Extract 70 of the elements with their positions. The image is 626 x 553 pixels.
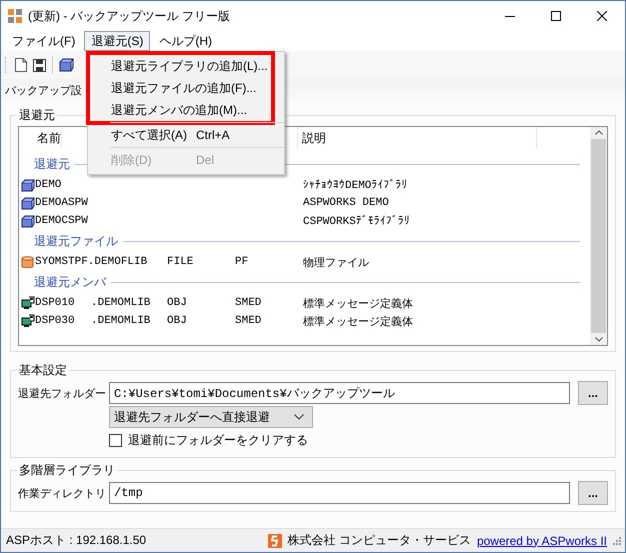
library-name: .DEMOMLIB: [91, 297, 152, 309]
app-icon: [8, 9, 22, 23]
group-title: 基本設定: [18, 362, 68, 379]
resize-grip-icon[interactable]: [613, 536, 621, 544]
item-name: DEMOCSPW: [35, 215, 89, 227]
box-icon: [21, 196, 35, 210]
browse-button[interactable]: ...: [578, 381, 608, 405]
menu-item[interactable]: すべて選択(A): [111, 126, 187, 144]
maximize-icon[interactable]: [551, 11, 561, 21]
box-icon: [21, 178, 35, 192]
description-cell-text: ｼｬﾁｮｳﾖｳDEMOﾗｲﾌﾞﾗﾘ: [303, 178, 408, 192]
company-name: 株式会社 コンピュータ・サービス: [288, 532, 471, 549]
item-name: DEMOASPW: [35, 197, 89, 209]
library-name: .DEMOMLIB: [91, 315, 152, 327]
type-cell-text: OBJ: [167, 297, 188, 309]
checkbox[interactable]: [109, 434, 122, 446]
description-cell-text: ASPWORKS DEMO: [303, 197, 390, 209]
item-name: DEMO: [35, 179, 62, 191]
column-header[interactable]: 説明: [298, 127, 537, 149]
menu-item[interactable]: 退避元ファイルの追加(F)...: [111, 80, 256, 96]
attribute-cell-text: SMED: [235, 315, 262, 327]
menu-item[interactable]: 退避元メンバの追加(M)...: [111, 102, 247, 118]
shortcut-label: Ctrl+A: [196, 128, 230, 142]
computer-icon: [21, 314, 36, 328]
computer-icon: [21, 296, 36, 310]
checkbox-label: 退避前にフォルダーをクリアする: [128, 432, 308, 448]
tab[interactable]: バックアップ設: [5, 82, 82, 98]
menu-item[interactable]: 退避元ライブラリの追加(L)...: [111, 58, 268, 74]
group-title: 退避元: [18, 107, 56, 124]
item-name: DSP010: [35, 297, 76, 309]
description-cell-text: CSPWORKSﾃﾞﾓﾗｲﾌﾞﾗﾘ: [303, 214, 411, 228]
scroll-down-icon[interactable]: [594, 337, 602, 342]
group-header: 退避元ファイル: [34, 233, 118, 250]
type-cell-text: FILE: [167, 256, 194, 268]
directory-field[interactable]: /tmp: [109, 482, 570, 504]
folder-field[interactable]: C:¥Users¥tomi¥Documents¥バックアップツール: [109, 382, 570, 404]
window-title: (更新) - バックアップツール フリー版: [28, 8, 231, 24]
new-document-icon[interactable]: [15, 58, 27, 72]
item-name: DSP030: [35, 315, 76, 327]
host-label: ASPホスト : 192.168.1.50: [6, 532, 148, 549]
group-header: 退避元: [34, 156, 70, 173]
box-icon[interactable]: [59, 58, 74, 72]
group-header: 退避元メンバ: [34, 274, 106, 291]
shortcut-label: Del: [196, 153, 214, 167]
menu-item[interactable]: 退避元(S): [84, 31, 150, 51]
column-header[interactable]: 名前: [28, 130, 62, 146]
box-icon: [21, 214, 35, 228]
scrollbar[interactable]: [590, 127, 607, 345]
company-logo-icon: [268, 534, 282, 548]
scroll-up-icon[interactable]: [594, 130, 602, 135]
description-cell-text: 標準メッセージ定義体: [303, 296, 414, 310]
database-icon: [21, 256, 34, 268]
description-cell-text: 標準メッセージ定義体: [303, 314, 414, 328]
attribute-cell-text: SMED: [235, 297, 262, 309]
type-cell-text: OBJ: [167, 315, 188, 327]
menu-item[interactable]: ファイル(F): [5, 31, 82, 51]
close-icon[interactable]: [597, 11, 607, 21]
field-label: 作業ディレクトリ: [18, 486, 106, 500]
item-name: SYOMSTPF.DEMOFLIB: [35, 256, 148, 268]
menu-item[interactable]: ヘルプ(H): [152, 31, 219, 51]
browse-button[interactable]: ...: [578, 481, 608, 505]
chevron-down-icon: [294, 414, 304, 420]
source-list[interactable]: [18, 126, 608, 346]
description-cell-text: 物理ファイル: [303, 256, 370, 270]
group-title: 多階層ライブラリ: [18, 462, 116, 479]
powered-by-link[interactable]: powered by ASPworks II: [476, 534, 607, 548]
attribute-cell-text: PF: [235, 256, 250, 268]
save-icon[interactable]: [33, 58, 46, 72]
mode-dropdown[interactable]: 退避先フォルダーへ直接退避: [109, 406, 313, 428]
field-label: 退避先フォルダー: [18, 386, 106, 400]
